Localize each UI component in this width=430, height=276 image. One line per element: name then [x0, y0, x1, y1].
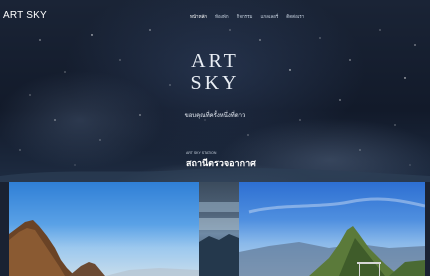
nav-item-activities[interactable]: กิจกรรม [237, 13, 253, 23]
mountain-ridge-illustration [239, 197, 425, 276]
logo-line-art: ART [191, 50, 239, 72]
mountain-peak-illustration [9, 220, 199, 276]
misty-valley-illustration [199, 202, 239, 276]
nav-item-home[interactable]: หน้าหลัก [190, 13, 207, 23]
photo-misty-valley-middle[interactable] [199, 182, 239, 276]
nav-item-contact[interactable]: ติดต่อเรา [286, 13, 304, 23]
logo-line-sky: SKY [190, 72, 240, 94]
section-kicker: ART SKY STATION [186, 151, 217, 155]
section-title: สถานีตรวจอากาศ [186, 158, 256, 168]
photo-mountain-ridge-right[interactable] [239, 182, 425, 276]
main-nav: หน้าหลัก ห้องพัก กิจกรรม แกลเลอรี่ ติดต่… [190, 13, 304, 23]
left-edge-shadow [0, 182, 9, 276]
site-brand[interactable]: ART SKY [3, 10, 47, 24]
photo-mountain-peak-left[interactable] [9, 182, 199, 276]
hero-tagline: ขอบคุณที่ครั้งหนึ่งที่ดาว [184, 113, 246, 119]
nav-item-gallery[interactable]: แกลเลอรี่ [260, 13, 278, 23]
right-edge-shadow [425, 182, 430, 276]
nav-item-rooms[interactable]: ห้องพัก [215, 13, 229, 23]
hero-logo: ART SKY [180, 50, 250, 98]
